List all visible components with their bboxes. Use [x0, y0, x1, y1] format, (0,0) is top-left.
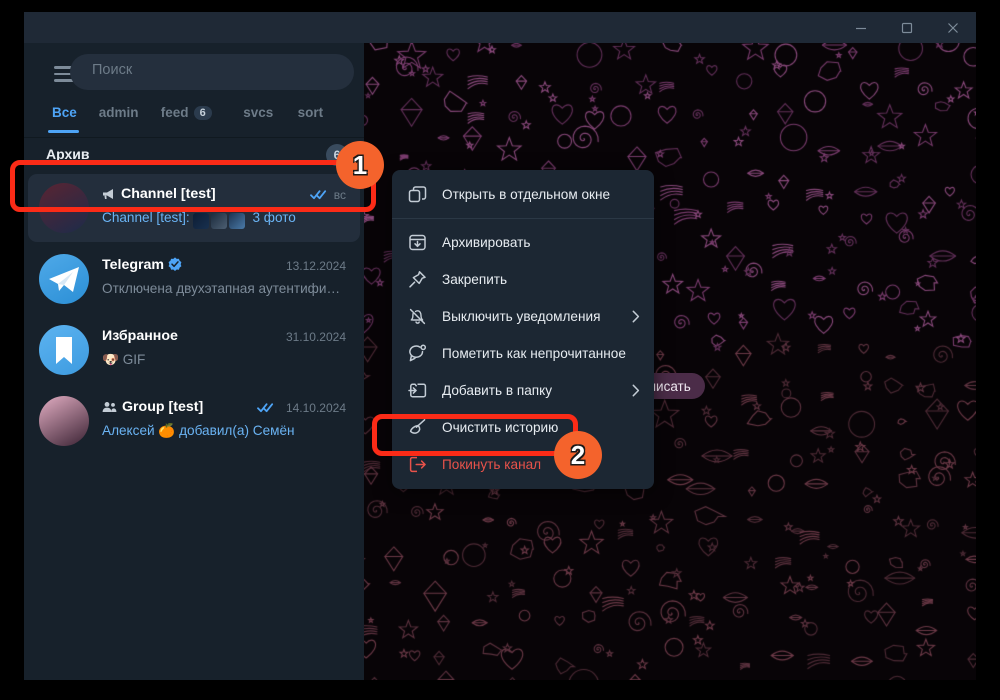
folder-tab-label: sort [297, 105, 324, 120]
chat-preview: Channel [test]: 3 фото [102, 210, 296, 229]
add-to-folder-icon [408, 380, 434, 402]
screenshot-root: кому хотели бы написать Поиск Всеadminfe… [0, 0, 1000, 700]
context-menu-item-label: Покинуть канал [442, 457, 542, 472]
window-titlebar[interactable] [24, 12, 976, 43]
step-badge-1-number: 1 [352, 149, 368, 180]
context-menu-separator [392, 218, 654, 219]
chat-preview: 🐶 GIF [102, 352, 145, 368]
context-menu-item-label: Закрепить [442, 272, 508, 287]
step-badge-1: 1 [336, 141, 384, 189]
step-badge-2-number: 2 [570, 439, 586, 470]
highlight-box-chat-row [10, 160, 376, 212]
folder-tab-sort[interactable]: sort [298, 105, 324, 120]
chat-name: Group [test] [102, 399, 203, 417]
folder-tab-label: feed [160, 105, 189, 120]
chevron-right-icon [632, 310, 640, 328]
media-thumbnails [193, 213, 247, 229]
group-icon [102, 402, 117, 412]
unread-chat-icon [408, 343, 434, 365]
context-menu-item-label: Пометить как непрочитанное [442, 346, 626, 361]
read-receipt-icon [257, 400, 274, 418]
context-menu-item-label: Добавить в папку [442, 383, 553, 398]
minimize-button[interactable] [838, 12, 884, 43]
chat-name: Telegram [102, 257, 182, 275]
search-row: Поиск [24, 43, 364, 101]
context-menu-item-label: Выключить уведомления [442, 309, 601, 324]
context-menu-item[interactable]: Добавить в папку [392, 372, 654, 409]
active-tab-indicator [48, 130, 79, 133]
chat-avatar [39, 325, 89, 375]
folder-tab-все[interactable]: Все [52, 105, 77, 120]
folder-tab-label: admin [98, 105, 139, 120]
chat-name: Избранное [102, 328, 178, 344]
context-menu-item[interactable]: Выключить уведомления [392, 298, 654, 335]
maximize-icon [901, 22, 913, 33]
folder-tabs: Все admin feed 6 svcs sort [24, 101, 364, 137]
chat-avatar [39, 396, 89, 446]
context-menu-item[interactable]: Архивировать [392, 224, 654, 261]
chat-list-item[interactable]: Избранное 🐶 GIF 31.10.2024 [28, 316, 360, 384]
archive-box-icon [408, 232, 434, 254]
chevron-right-icon [632, 384, 640, 402]
chat-preview: Отключена двухэтапная аутентификация!… [102, 281, 342, 296]
chat-list-item[interactable]: Group [test] Алексей 🍊 добавил(а) Семён 14… [28, 387, 360, 455]
chat-preview-text: 3 фото [252, 210, 296, 225]
folder-tab-label: Все [52, 105, 77, 120]
chat-preview-text: Алексей 🍊 добавил(а) Семён [102, 423, 295, 438]
chat-name-text: Telegram [102, 257, 165, 273]
folder-tab-label: svcs [243, 105, 274, 120]
verified-badge-icon [168, 257, 182, 271]
step-badge-2: 2 [554, 431, 602, 479]
folder-tab-badge: 6 [193, 106, 212, 120]
context-menu-item[interactable]: Закрепить [392, 261, 654, 298]
highlight-box-leave-channel [372, 414, 578, 456]
mute-bell-icon [408, 306, 434, 328]
chat-list-item[interactable]: Telegram Отключена двухэтапная аутентифик… [28, 245, 360, 313]
chat-timestamp: 31.10.2024 [285, 330, 346, 344]
chat-timestamp: 13.12.2024 [285, 259, 346, 273]
chat-timestamp: 14.10.2024 [285, 401, 346, 415]
chat-preview-text: 🐶 GIF [102, 352, 146, 367]
chat-preview-text: Отключена двухэтапная аутентификация!… [102, 281, 342, 296]
context-menu-item[interactable]: Открыть в отдельном окне [392, 176, 654, 213]
folder-tab-svcs[interactable]: svcs [243, 105, 273, 120]
telegram-window: кому хотели бы написать Поиск Всеadminfe… [24, 12, 976, 680]
close-icon [948, 22, 958, 33]
pin-icon [408, 269, 434, 291]
open-in-new-window-icon [408, 184, 434, 206]
folder-tab-admin[interactable]: admin [99, 105, 139, 120]
chat-preview-prefix: Channel [test]: [102, 210, 190, 225]
chat-preview: Алексей 🍊 добавил(а) Семён [102, 423, 295, 439]
chat-name-text: Избранное [102, 328, 178, 344]
context-menu-item-label: Открыть в отдельном окне [442, 187, 611, 202]
context-menu-item-label: Архивировать [442, 235, 531, 250]
maximize-button[interactable] [884, 12, 930, 43]
minimize-icon [856, 27, 866, 29]
chat-avatar [39, 254, 89, 304]
verified-badge-icon [168, 257, 182, 275]
leave-exit-icon [408, 454, 434, 476]
window-controls [838, 12, 976, 43]
search-placeholder: Поиск [92, 62, 133, 78]
chat-list-sidebar: Поиск Всеadminfeed6svcssort Архив 6 Chan… [24, 43, 364, 680]
context-menu-item[interactable]: Пометить как непрочитанное [392, 335, 654, 372]
search-input[interactable]: Поиск [70, 54, 354, 90]
chat-name-text: Group [test] [122, 399, 204, 415]
close-button[interactable] [930, 12, 976, 43]
folder-tab-feed[interactable]: feed 6 [161, 105, 212, 120]
group-icon [102, 401, 117, 417]
